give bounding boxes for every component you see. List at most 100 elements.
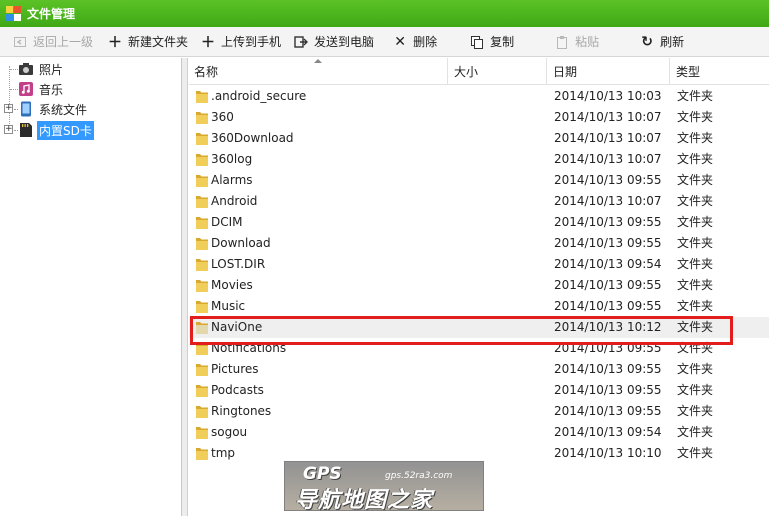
file-type: 文件夹 [677, 425, 714, 439]
file-type: 文件夹 [677, 362, 714, 376]
file-date: 2014/10/13 10:07 [554, 152, 662, 166]
table-row[interactable]: Movies 2014/10/13 09:55 文件夹 [189, 275, 769, 296]
table-row[interactable]: DCIM 2014/10/13 09:55 文件夹 [189, 212, 769, 233]
file-name: Download [211, 236, 271, 250]
file-type: 文件夹 [677, 89, 714, 103]
file-date: 2014/10/13 10:10 [554, 446, 662, 460]
copy-button[interactable]: 复制 [463, 29, 520, 55]
refresh-button[interactable]: ↻ 刷新 [633, 29, 690, 55]
file-type: 文件夹 [677, 173, 714, 187]
file-name: Alarms [211, 173, 253, 187]
table-row[interactable]: 360 2014/10/13 10:07 文件夹 [189, 107, 769, 128]
table-row[interactable]: Download 2014/10/13 09:55 文件夹 [189, 233, 769, 254]
file-date: 2014/10/13 09:55 [554, 383, 662, 397]
clipboard-icon [554, 34, 570, 50]
table-row[interactable]: 360log 2014/10/13 10:07 文件夹 [189, 149, 769, 170]
column-header-name[interactable]: 名称 [189, 58, 448, 85]
file-type: 文件夹 [677, 131, 714, 145]
file-type: 文件夹 [677, 257, 714, 271]
file-date: 2014/10/13 09:55 [554, 362, 662, 376]
paste-label: 粘贴 [575, 35, 600, 49]
watermark: GPS gps.52ra3.com 导航地图之家 [284, 461, 484, 513]
tree-item-label: 系统文件 [39, 102, 88, 117]
new-folder-button[interactable]: ＋ 新建文件夹 [101, 29, 194, 55]
file-name: .android_secure [211, 89, 307, 103]
column-header-size[interactable]: 大小 [449, 58, 547, 85]
tree-line [10, 69, 18, 70]
file-name: Podcasts [211, 383, 264, 397]
table-row[interactable]: Alarms 2014/10/13 09:55 文件夹 [189, 170, 769, 191]
file-type: 文件夹 [677, 383, 714, 397]
file-type: 文件夹 [677, 341, 714, 355]
paste-button[interactable]: 粘贴 [548, 29, 605, 55]
sdcard-icon [18, 122, 34, 138]
file-name: sogou [211, 425, 248, 439]
table-row[interactable]: NaviOne 2014/10/13 10:12 文件夹 [189, 317, 769, 338]
expand-toggle[interactable]: + [4, 125, 13, 134]
table-row[interactable]: LOST.DIR 2014/10/13 09:54 文件夹 [189, 254, 769, 275]
file-type: 文件夹 [677, 215, 714, 229]
file-name: Android [211, 194, 258, 208]
file-date: 2014/10/13 09:55 [554, 215, 662, 229]
file-date: 2014/10/13 10:07 [554, 194, 662, 208]
close-icon: ✕ [394, 33, 406, 50]
file-rows: .android_secure 2014/10/13 10:03 文件夹 360 201… [189, 86, 769, 464]
send-to-pc-button[interactable]: 发送到电脑 [287, 29, 380, 55]
expand-toggle[interactable]: + [4, 104, 13, 113]
folder-icon [195, 173, 209, 188]
file-date: 2014/10/13 09:55 [554, 299, 662, 313]
column-header-label: 名称 [194, 65, 219, 79]
file-date: 2014/10/13 09:55 [554, 404, 662, 418]
folder-tree: 照片 音乐 + 系统文件 + 内置SD卡 [0, 58, 182, 516]
watermark-brand: GPS [303, 464, 342, 484]
table-row[interactable]: Android 2014/10/13 10:07 文件夹 [189, 191, 769, 212]
window-title: 文件管理 [27, 7, 76, 21]
table-row[interactable]: .android_secure 2014/10/13 10:03 文件夹 [189, 86, 769, 107]
refresh-icon: ↻ [641, 33, 653, 50]
file-type: 文件夹 [677, 446, 714, 460]
table-row[interactable]: Ringtones 2014/10/13 09:55 文件夹 [189, 401, 769, 422]
folder-icon [195, 89, 209, 104]
file-date: 2014/10/13 10:12 [554, 320, 662, 334]
folder-icon [195, 110, 209, 125]
file-type: 文件夹 [677, 194, 714, 208]
app-logo-icon [6, 6, 21, 21]
tree-item-photos[interactable]: 照片 [18, 59, 65, 79]
tree-item-label: 音乐 [39, 82, 64, 97]
back-icon [12, 34, 28, 50]
plus-icon: ＋ [201, 34, 216, 51]
column-header-type[interactable]: 类型 [671, 58, 769, 85]
table-row[interactable]: 360Download 2014/10/13 10:07 文件夹 [189, 128, 769, 149]
folder-icon [195, 299, 209, 314]
file-date: 2014/10/13 10:07 [554, 131, 662, 145]
delete-button[interactable]: ✕ 删除 [386, 29, 443, 55]
table-row[interactable]: Podcasts 2014/10/13 09:55 文件夹 [189, 380, 769, 401]
export-icon [293, 34, 309, 50]
file-date: 2014/10/13 09:55 [554, 173, 662, 187]
file-name: 360log [211, 152, 253, 166]
table-row[interactable]: Pictures 2014/10/13 09:55 文件夹 [189, 359, 769, 380]
file-list: 名称 大小 日期 类型 .android_secure 2014/10/13 10… [189, 58, 769, 516]
tree-item-label: 照片 [39, 62, 64, 77]
file-type: 文件夹 [677, 152, 714, 166]
column-header-date[interactable]: 日期 [548, 58, 670, 85]
back-button[interactable]: 返回上一级 [6, 29, 99, 55]
plus-icon: ＋ [108, 34, 123, 51]
watermark-slogan: 导航地图之家 [295, 488, 434, 513]
table-row[interactable]: sogou 2014/10/13 09:54 文件夹 [189, 422, 769, 443]
refresh-label: 刷新 [660, 35, 685, 49]
title-bar[interactable]: 文件管理 [0, 0, 769, 27]
table-row[interactable]: Music 2014/10/13 09:55 文件夹 [189, 296, 769, 317]
tree-item-music[interactable]: 音乐 [18, 79, 65, 99]
folder-icon [195, 446, 209, 461]
table-row[interactable]: Notifications 2014/10/13 09:55 文件夹 [189, 338, 769, 359]
file-date: 2014/10/13 10:07 [554, 110, 662, 124]
tree-item-system-files[interactable]: 系统文件 [18, 99, 89, 119]
folder-icon [195, 383, 209, 398]
file-date: 2014/10/13 10:03 [554, 89, 662, 103]
tree-item-internal-sd[interactable]: 内置SD卡 [18, 120, 94, 140]
upload-button[interactable]: ＋ 上传到手机 [194, 29, 287, 55]
watermark-url: gps.52ra3.com [385, 471, 453, 481]
file-name: Music [211, 299, 246, 313]
panel-splitter[interactable] [182, 58, 188, 516]
